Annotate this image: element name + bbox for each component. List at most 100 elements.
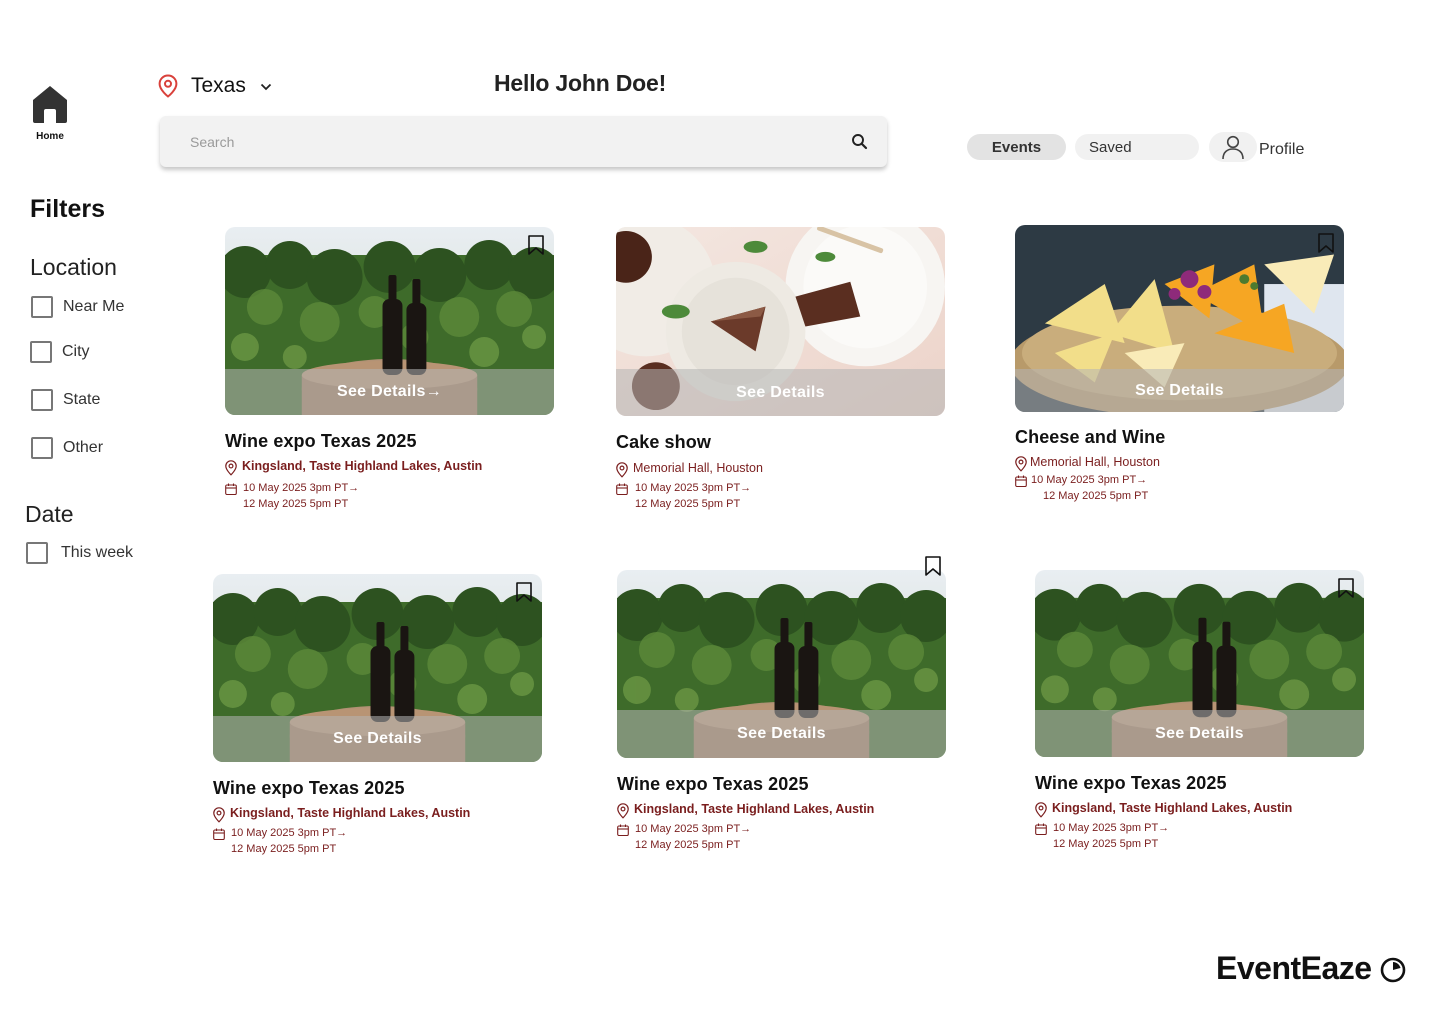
event-dates: 10 May 2025 3pm PT→ 12 May 2025 5pm PT — [616, 480, 946, 512]
event-title: Cheese and Wine — [1015, 427, 1166, 447]
event-date-range: 10 May 2025 3pm PT→ 12 May 2025 5pm PT — [635, 821, 751, 853]
other-checkbox[interactable] — [31, 437, 53, 459]
event-date-end: 12 May 2025 5pm PT — [635, 839, 741, 851]
event-image[interactable]: See Details — [616, 227, 945, 416]
bookmark-icon[interactable] — [516, 582, 532, 602]
event-image[interactable]: See Details — [1015, 225, 1344, 412]
event-dates: 10 May 2025 3pm PT→ 12 May 2025 5pm PT — [213, 825, 543, 857]
filters-title: Filters — [30, 195, 106, 223]
event-date-range: 10 May 2025 3pm PT→ 12 May 2025 5pm PT — [231, 825, 347, 857]
see-details-button[interactable]: See Details — [213, 716, 542, 762]
event-date-start: 10 May 2025 3pm PT→ — [231, 827, 348, 839]
event-location-text: Kingsland, Taste Highland Lakes, Austin — [634, 802, 875, 816]
bookmark-icon[interactable] — [1318, 233, 1334, 253]
tab-profile[interactable]: Profile — [1209, 132, 1304, 162]
event-card: See Details Wine expo Texas 2025 Kingsla… — [213, 574, 543, 857]
filter-this-week[interactable]: This week — [26, 542, 133, 564]
event-date-range: 10 May 2025 3pm PT→ 12 May 2025 5pm PT — [635, 480, 751, 512]
event-card: See Details Cheese and Wine Memorial Hal… — [1015, 225, 1345, 504]
event-location: Kingsland, Taste Highland Lakes, Austin — [1035, 801, 1365, 818]
see-details-button[interactable]: See Details — [1035, 710, 1364, 757]
event-card: See Details Cake show Memorial Hall, Hou… — [616, 227, 946, 512]
user-icon — [1209, 132, 1257, 162]
greeting-text: Hello John Doe! — [494, 70, 667, 96]
see-details-button[interactable]: See Details — [617, 710, 946, 758]
bookmark-icon[interactable] — [1338, 578, 1354, 598]
see-details-button[interactable]: See Details — [1015, 369, 1344, 412]
profile-label: Profile — [1259, 141, 1305, 158]
event-title: Wine expo Texas 2025 — [213, 778, 405, 798]
event-date-start: 10 May 2025 3pm PT→ — [1031, 474, 1148, 486]
clock-icon — [1380, 957, 1405, 982]
event-date-end: 12 May 2025 5pm PT — [231, 843, 337, 855]
other-label: Other — [63, 439, 104, 456]
home-nav-button[interactable]: Home — [26, 84, 74, 142]
event-location: Kingsland, Taste Highland Lakes, Austin — [617, 802, 947, 819]
tab-events[interactable]: Events — [967, 134, 1066, 160]
calendar-icon — [616, 483, 628, 495]
event-title: Wine expo Texas 2025 — [1035, 773, 1227, 793]
event-title: Wine expo Texas 2025 — [617, 774, 809, 794]
event-dates: 10 May 2025 3pm PT→ 12 May 2025 5pm PT — [225, 480, 555, 512]
near-me-checkbox[interactable] — [31, 296, 53, 318]
event-title: Wine expo Texas 2025 — [225, 431, 417, 451]
brand-logo: EventEaze — [1216, 950, 1406, 987]
this-week-checkbox[interactable] — [26, 542, 48, 564]
bookmark-icon[interactable] — [925, 556, 941, 576]
event-date-end: 12 May 2025 5pm PT — [635, 498, 741, 510]
event-location: Memorial Hall, Houston — [616, 461, 946, 478]
search-input[interactable] — [160, 116, 820, 167]
home-icon — [33, 86, 67, 123]
calendar-icon — [1035, 823, 1047, 835]
calendar-icon — [225, 483, 237, 495]
search-icon[interactable] — [850, 132, 870, 152]
this-week-label: This week — [61, 544, 134, 561]
filter-state[interactable]: State — [31, 389, 100, 411]
calendar-icon — [213, 828, 225, 840]
location-value: Texas — [191, 74, 246, 97]
home-label: Home — [36, 131, 64, 142]
event-card: See Details Wine expo Texas 2025 Kingsla… — [617, 556, 947, 853]
filter-city[interactable]: City — [30, 341, 90, 363]
tab-saved[interactable]: Saved — [1075, 134, 1199, 160]
event-date-range: 10 May 2025 3pm PT→ 12 May 2025 5pm PT — [1031, 472, 1148, 504]
date-filter-title: Date — [25, 501, 74, 527]
brand-name: EventEaze — [1216, 950, 1372, 986]
map-pin-icon — [225, 460, 237, 476]
city-checkbox[interactable] — [30, 341, 52, 363]
event-date-end: 12 May 2025 5pm PT — [243, 498, 349, 510]
bookmark-icon[interactable] — [528, 235, 544, 255]
event-date-end: 12 May 2025 5pm PT — [1053, 838, 1159, 850]
chevron-down-icon — [260, 83, 271, 91]
state-checkbox[interactable] — [31, 389, 53, 411]
event-dates: 10 May 2025 3pm PT→ 12 May 2025 5pm PT — [617, 821, 947, 853]
calendar-icon — [617, 824, 629, 836]
location-filter-title: Location — [30, 254, 117, 280]
event-location-text: Kingsland, Taste Highland Lakes, Austin — [1052, 801, 1293, 815]
city-label: City — [62, 343, 90, 360]
filter-near-me[interactable]: Near Me — [31, 296, 124, 318]
event-image[interactable]: See Details→ — [225, 227, 554, 415]
see-details-button[interactable]: See Details — [616, 369, 945, 416]
map-pin-icon — [213, 807, 225, 823]
event-dates: 10 May 2025 3pm PT→ 12 May 2025 5pm PT — [1035, 820, 1365, 852]
event-image[interactable]: See Details — [213, 574, 542, 762]
event-image[interactable]: See Details — [617, 570, 946, 758]
filter-other[interactable]: Other — [31, 437, 103, 459]
event-card: See Details→ Wine expo Texas 2025 Kingsl… — [225, 227, 555, 512]
event-dates: 10 May 2025 3pm PT→ 12 May 2025 5pm PT — [1015, 472, 1345, 504]
event-date-end: 12 May 2025 5pm PT — [1043, 490, 1149, 502]
event-date-start: 10 May 2025 3pm PT→ — [635, 482, 752, 494]
event-location-text: Kingsland, Taste Highland Lakes, Austin — [230, 806, 471, 820]
map-pin-icon — [1015, 456, 1027, 472]
map-pin-icon — [617, 803, 629, 819]
event-title: Cake show — [616, 432, 711, 452]
event-image[interactable]: See Details — [1035, 570, 1364, 757]
search-bar — [160, 116, 887, 167]
map-pin-icon — [1035, 802, 1047, 818]
see-details-button[interactable]: See Details→ — [225, 369, 554, 415]
location-selector[interactable]: Texas — [158, 74, 272, 98]
calendar-icon — [1015, 475, 1027, 487]
near-me-label: Near Me — [63, 298, 125, 315]
map-pin-icon — [616, 462, 628, 478]
